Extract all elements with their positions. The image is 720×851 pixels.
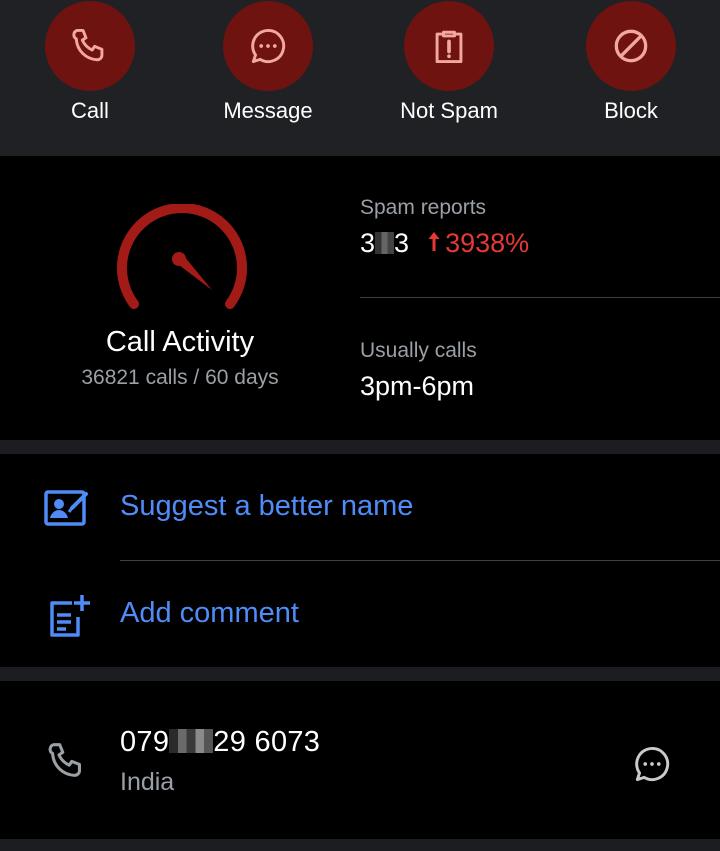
action-bar: Call Message Not Spam Block (0, 0, 720, 156)
section-divider-3 (0, 839, 720, 851)
phone-number-suffix: 29 6073 (213, 726, 321, 758)
redacted-pixelation (169, 729, 214, 753)
phone-country: India (120, 768, 175, 796)
message-button[interactable]: Message (178, 0, 358, 156)
usually-calls-label: Usually calls (360, 339, 477, 362)
phone-icon (72, 28, 104, 62)
spam-count-prefix: 3 (360, 228, 376, 258)
section-divider-2 (0, 667, 720, 681)
block-button-circle (586, 1, 676, 91)
not-spam-button-circle (404, 1, 494, 91)
spam-trend-value: 3938% (445, 228, 530, 258)
call-button-circle (45, 1, 135, 91)
add-comment-label: Add comment (120, 597, 299, 629)
arrow-up-icon (428, 232, 440, 251)
usually-calls-value: 3pm-6pm (360, 371, 475, 401)
message-button-circle (223, 1, 313, 91)
call-activity-title: Call Activity (105, 326, 255, 358)
stats-section: Call Activity 36821 calls / 60 days Spam… (0, 156, 720, 440)
block-button[interactable]: Block (541, 0, 720, 156)
block-icon (614, 29, 648, 63)
suggest-name-button[interactable]: Suggest a better name (0, 454, 720, 560)
block-button-label: Block (604, 98, 658, 123)
spam-reports-value: 3 3 3938% (360, 228, 529, 259)
message-icon (251, 28, 286, 64)
call-activity-count: 36821 calls / 60 days (81, 366, 279, 389)
spam-reports-label: Spam reports (360, 196, 487, 219)
phone-icon (48, 743, 81, 777)
suggestions-section: Suggest a better name Add comment (0, 454, 720, 667)
phone-number: 079 29 6073 (120, 726, 320, 759)
phone-number-prefix: 079 (120, 726, 170, 758)
add-comment-button[interactable]: Add comment (0, 561, 720, 667)
stats-divider (360, 297, 720, 298)
message-icon[interactable] (630, 742, 674, 786)
edit-contact-icon (44, 490, 88, 526)
call-button[interactable]: Call (0, 0, 180, 156)
phone-number-card[interactable]: 079 29 6073 India (0, 682, 720, 839)
redacted-pixelation (375, 232, 395, 254)
not-spam-button[interactable]: Not Spam (359, 0, 539, 156)
not-spam-button-label: Not Spam (400, 98, 498, 123)
call-button-label: Call (71, 98, 109, 123)
spam-trend: 3938% (427, 228, 529, 258)
message-button-label: Message (223, 98, 313, 123)
suggest-name-label: Suggest a better name (120, 490, 414, 522)
spam-count-suffix: 3 (394, 228, 410, 258)
note-add-icon (50, 595, 90, 637)
speedometer-icon (117, 204, 247, 309)
clipboard-alert-icon (435, 30, 463, 64)
section-divider (0, 440, 720, 454)
caller-details-page: Call Message Not Spam Block Call Activit… (0, 0, 720, 851)
